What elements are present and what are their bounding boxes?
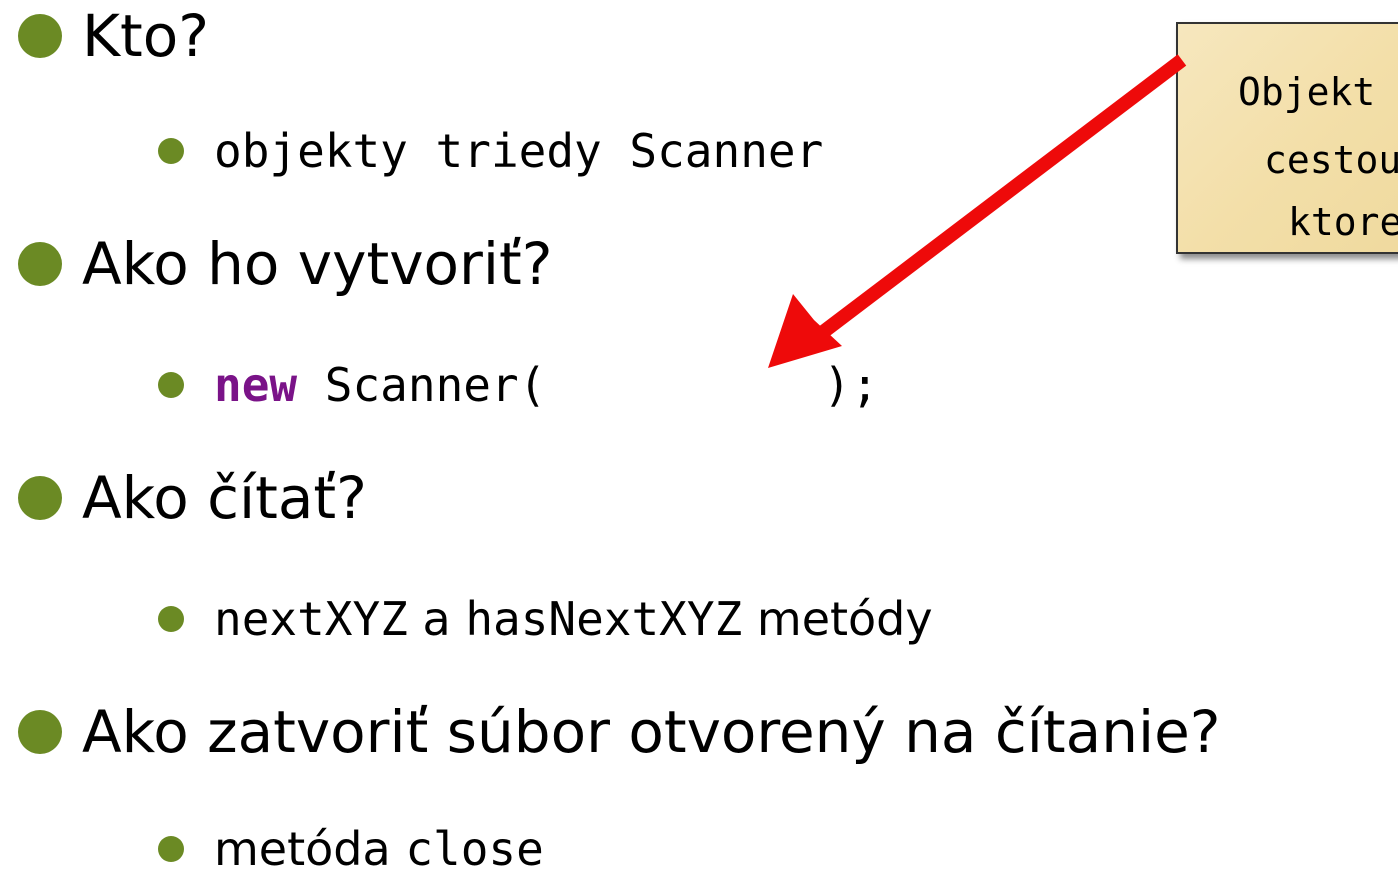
bullet-dot-icon	[158, 372, 184, 398]
bullet-text: Kto?	[82, 2, 210, 70]
bullet-objekty: objekty triedy Scanner	[0, 124, 823, 178]
bullet-code: objekty triedy	[214, 124, 630, 178]
bullet-text: Ako zatvoriť súbor otvorený na čítanie?	[82, 698, 1221, 766]
callout-line-1: Objekt	[1238, 70, 1376, 114]
bullet-text: Ako čítať?	[82, 464, 367, 532]
conjunction-text: a	[407, 592, 466, 646]
constructor-code: Scanner( );	[297, 358, 879, 412]
callout-box: Objekt cestou ktore	[1176, 22, 1398, 254]
bullet-close: metóda close	[0, 822, 544, 873]
bullet-text: metóda close	[214, 822, 544, 873]
arrow-head	[768, 294, 842, 368]
bullet-ako-zatvorit: Ako zatvoriť súbor otvorený na čítanie?	[0, 698, 1221, 766]
bullet-dot-icon	[18, 710, 62, 754]
bullet-new-scanner: new Scanner( );	[0, 358, 879, 412]
bullet-ako-vytvorit: Ako ho vytvoriť?	[0, 230, 553, 298]
bullet-dot-icon	[158, 606, 184, 632]
bullet-ako-citat: Ako čítať?	[0, 464, 367, 532]
bullet-text: objekty triedy Scanner	[214, 124, 823, 178]
close-code: close	[405, 822, 544, 873]
bullet-dot-icon	[158, 836, 184, 862]
arrow-shaft	[805, 54, 1187, 348]
bullet-dot-icon	[18, 476, 62, 520]
bullet-text: Ako ho vytvoriť?	[82, 230, 553, 298]
bullet-dot-icon	[18, 14, 62, 58]
bullet-kto: Kto?	[0, 2, 209, 70]
callout-line-2: cestou	[1264, 138, 1398, 182]
next-code: nextXYZ	[214, 592, 408, 646]
bullet-dot-icon	[158, 138, 184, 164]
bullet-text: nextXYZ a hasNextXYZ metódy	[214, 592, 933, 646]
new-keyword: new	[214, 358, 298, 412]
code-line: new Scanner( );	[214, 358, 879, 412]
bullet-dot-icon	[18, 242, 62, 286]
methods-text: metódy	[742, 592, 933, 646]
hasnext-code: hasNextXYZ	[465, 592, 743, 646]
callout-line-3: ktore	[1288, 200, 1398, 244]
method-text: metóda	[214, 822, 406, 873]
bullet-next-methods: nextXYZ a hasNextXYZ metódy	[0, 592, 933, 646]
class-name-code: Scanner	[629, 124, 824, 178]
